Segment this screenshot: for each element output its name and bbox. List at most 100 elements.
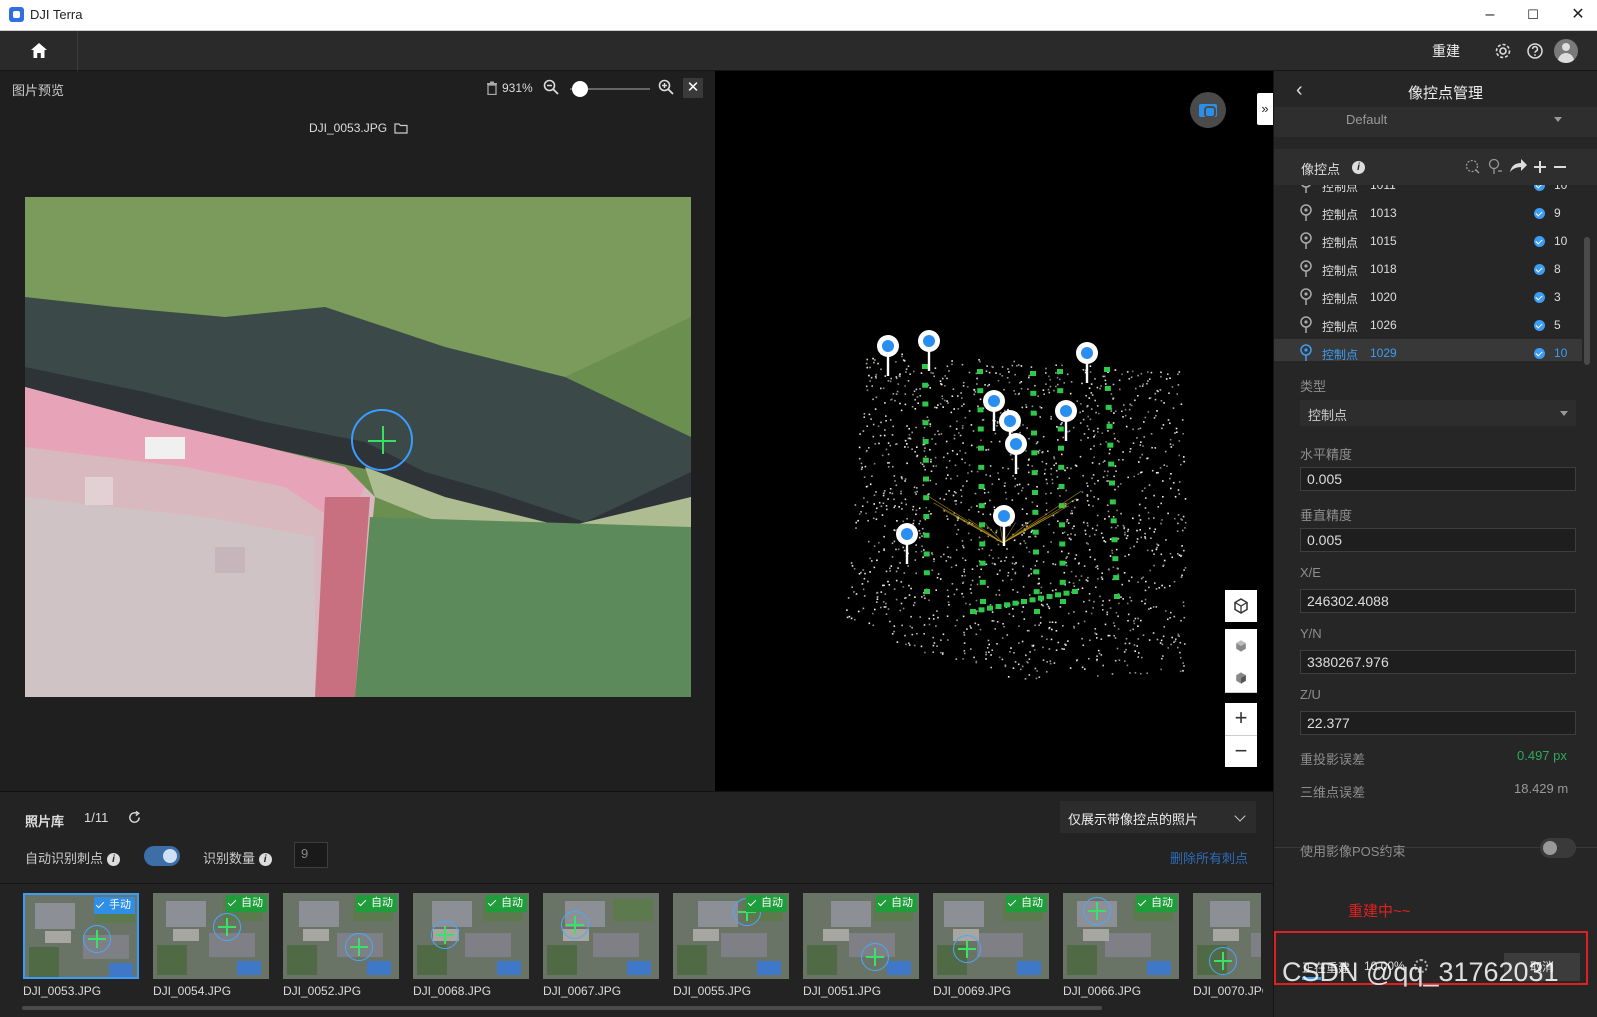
photo-thumbnail[interactable]: 自动 [673, 893, 789, 979]
thumbnail-filename: DJI_0069.JPG [933, 984, 1012, 998]
pin-icon [1300, 288, 1312, 305]
add-icon[interactable] [1534, 161, 1546, 173]
maximize-button[interactable]: ☐ [1522, 4, 1544, 26]
gcp-target-marker[interactable] [351, 409, 413, 471]
pin-icon [1300, 260, 1312, 277]
side-view-icon[interactable] [1233, 670, 1249, 686]
home-icon [31, 43, 47, 58]
folder-icon[interactable] [394, 123, 408, 134]
camera-button[interactable] [1190, 92, 1226, 128]
divider [0, 883, 1273, 884]
photo-thumbnail[interactable]: 自动 [933, 893, 1049, 979]
gcp-marker [431, 921, 459, 949]
pos-constraint-toggle[interactable] [1540, 838, 1576, 858]
view-mode-group [1225, 629, 1257, 693]
photo-thumbnail[interactable]: 自动 [283, 893, 399, 979]
check-icon [1534, 208, 1545, 219]
top-toolbar: 重建 [0, 31, 1597, 71]
pos-constraint-label: 使用影像POS约束 [1300, 844, 1406, 859]
v-accuracy-input[interactable]: 0.005 [1300, 528, 1576, 552]
refresh-icon[interactable] [127, 810, 142, 825]
zoom-level: 931% [502, 81, 533, 95]
gcp-row[interactable]: 控制点 1020 3 [1274, 283, 1582, 311]
photo-thumbnail[interactable] [1193, 893, 1261, 979]
info-icon[interactable]: i [107, 853, 121, 867]
pin-icon [1300, 316, 1312, 333]
top-view-icon[interactable] [1233, 638, 1249, 654]
xe-input[interactable]: 246302.4088 [1300, 589, 1576, 613]
photo-filter-select[interactable]: 仅展示带像控点的照片 [1060, 801, 1256, 833]
close-preview-button[interactable]: ✕ [683, 78, 703, 98]
gcp-marker [1209, 947, 1237, 975]
recognition-count-text: 识别数量 [203, 851, 256, 866]
aerial-photo [543, 893, 659, 979]
xe-label: X/E [1300, 565, 1321, 580]
info-icon[interactable]: i [1352, 161, 1365, 174]
minimize-button[interactable]: – [1479, 4, 1501, 26]
gcp-row[interactable]: 控制点 1018 8 [1274, 255, 1582, 283]
trash-icon[interactable] [486, 81, 498, 95]
point3d-error-value: 18.429 m [1514, 781, 1569, 796]
gcp-marker [953, 935, 981, 963]
add-pin-icon[interactable] [1488, 158, 1503, 175]
gcp-marker [213, 913, 241, 941]
v-accuracy-label: 垂直精度 [1300, 508, 1353, 523]
h-accuracy-input[interactable]: 0.005 [1300, 467, 1576, 491]
gcp-photo-count: 8 [1554, 262, 1561, 276]
zoom-out-icon[interactable] [543, 79, 559, 95]
gcp-photo-count: 3 [1554, 290, 1561, 304]
yn-input[interactable]: 3380267.976 [1300, 650, 1576, 674]
delete-all-marks-link[interactable]: 删除所有刺点 [1170, 848, 1248, 867]
info-icon[interactable]: i [258, 853, 272, 867]
mark-badge: 自动 [1136, 895, 1177, 912]
coordinate-system-select[interactable]: Default [1274, 107, 1597, 137]
zoom-in-icon[interactable] [658, 79, 674, 95]
zoom-in-button[interactable]: + [1225, 703, 1257, 735]
photo-thumbnail[interactable]: 自动 [153, 893, 269, 979]
point-cloud-viewer[interactable]: » + − [715, 71, 1273, 791]
window-title: DJI Terra [30, 7, 83, 22]
coordinate-system-value: Default [1346, 112, 1388, 127]
gcp-row[interactable]: 控制点 1011 10 [1274, 185, 1582, 199]
export-icon[interactable] [1510, 159, 1527, 172]
pin-icon [1300, 204, 1312, 221]
thumbnail-filename: DJI_0052.JPG [283, 984, 362, 998]
gcp-row[interactable]: 控制点 1029 10 [1274, 339, 1582, 361]
photo-thumbnail[interactable]: 自动 [413, 893, 529, 979]
gcp-row[interactable]: 控制点 1026 5 [1274, 311, 1582, 339]
gcp-row[interactable]: 控制点 1015 10 [1274, 227, 1582, 255]
gcp-id: 1015 [1370, 234, 1397, 248]
gcp-list-header: 像控点 i [1274, 149, 1597, 185]
view-reset-button[interactable] [1225, 590, 1257, 622]
gcp-id: 1020 [1370, 290, 1397, 304]
close-window-button[interactable]: ✕ [1567, 4, 1589, 26]
preview-title: 图片预览 [12, 83, 65, 98]
gcp-row[interactable]: 控制点 1013 9 [1274, 199, 1582, 227]
gcp-marker [1083, 897, 1111, 925]
auto-detect-toggle[interactable] [144, 846, 180, 866]
type-select[interactable]: 控制点 [1300, 400, 1576, 426]
recognition-count-input[interactable]: 9 [294, 842, 328, 868]
collapse-panel-button[interactable]: » [1257, 93, 1273, 125]
zoomed-photo[interactable] [25, 197, 691, 697]
photo-thumbnail[interactable]: 自动 [803, 893, 919, 979]
thumbnail-scrollbar[interactable] [22, 1006, 1102, 1010]
gear-icon[interactable] [1493, 41, 1513, 61]
help-icon[interactable] [1525, 41, 1545, 61]
photo-thumbnail[interactable] [543, 893, 659, 979]
zu-input[interactable]: 22.377 [1300, 711, 1576, 735]
chevron-down-icon [1560, 411, 1568, 416]
thumbnail-filename: DJI_0055.JPG [673, 984, 752, 998]
zoom-out-button[interactable]: − [1225, 735, 1257, 767]
photo-thumbnail[interactable]: 手动 [23, 893, 139, 979]
zoom-slider-handle[interactable] [572, 81, 589, 97]
user-avatar[interactable] [1554, 39, 1578, 63]
locate-icon[interactable] [1465, 159, 1480, 174]
rebuild-button[interactable]: 重建 [1432, 41, 1460, 61]
gcp-marker [861, 943, 889, 971]
mark-badge: 自动 [746, 895, 787, 912]
photo-thumbnail[interactable]: 自动 [1063, 893, 1179, 979]
gcp-list-scrollbar[interactable] [1584, 237, 1590, 365]
back-button[interactable]: ‹ [1296, 79, 1303, 102]
home-button[interactable] [0, 31, 78, 71]
